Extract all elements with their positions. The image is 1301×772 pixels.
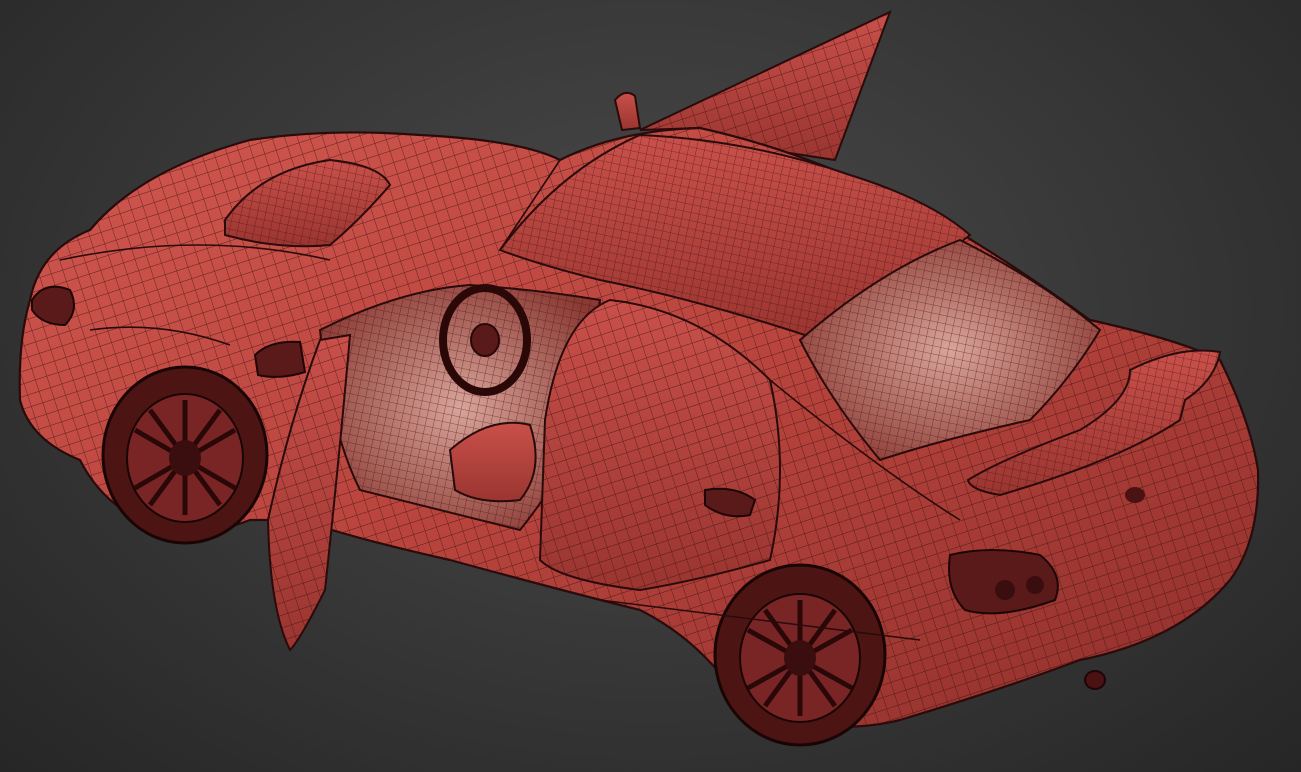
- taillight-icon: [948, 549, 1059, 615]
- 3d-viewport[interactable]: [0, 0, 1301, 772]
- front-wheel-icon: [101, 365, 269, 545]
- exhaust-icon: [1084, 670, 1106, 690]
- badge-icon: [1125, 487, 1145, 503]
- car-render: [18, 10, 1260, 747]
- rear-wheel-icon: [713, 563, 887, 747]
